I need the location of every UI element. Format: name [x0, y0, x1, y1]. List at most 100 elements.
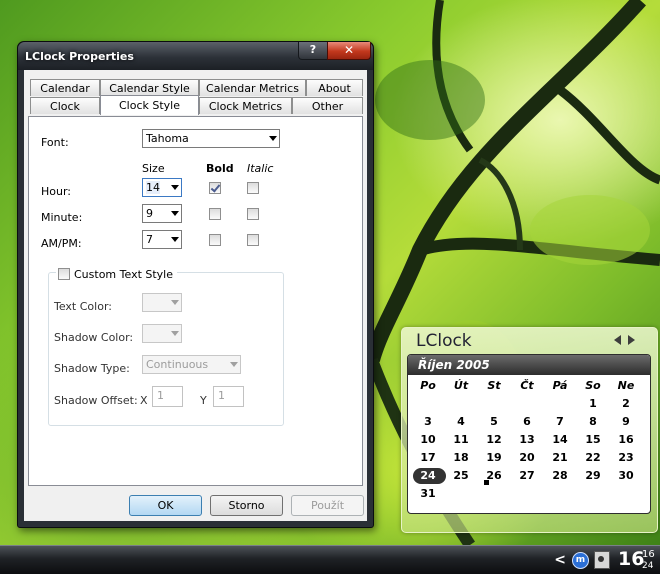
tab-other[interactable]: Other [292, 97, 363, 114]
hour-bold-checkbox[interactable] [209, 182, 221, 194]
offset-y-input[interactable]: 1 [213, 386, 244, 407]
calendar-day[interactable]: 25 [446, 469, 476, 482]
shadow-color-select[interactable] [142, 324, 182, 343]
calendar-day[interactable]: 3 [413, 415, 443, 428]
calendar-day[interactable]: 2 [611, 397, 641, 410]
minute-bold-checkbox[interactable] [209, 208, 221, 220]
cancel-button[interactable]: Storno [210, 495, 283, 516]
calendar-day[interactable]: 7 [545, 415, 575, 428]
calendar-day[interactable]: 29 [578, 469, 608, 482]
shadow-color-label: Shadow Color: [54, 331, 134, 344]
titlebar[interactable]: LClock Properties ? ✕ [18, 42, 373, 70]
size-column-header: Size [142, 162, 165, 175]
shadow-type-value: Continuous [146, 358, 209, 371]
offset-y-label: Y [200, 394, 207, 407]
calendar-day[interactable]: 17 [413, 451, 443, 464]
font-select-value: Tahoma [146, 132, 189, 145]
chevron-down-icon [171, 237, 179, 242]
calendar-day[interactable]: 20 [512, 451, 542, 464]
calendar-day[interactable]: 31 [413, 487, 443, 500]
chevron-down-icon [230, 362, 238, 367]
font-select[interactable]: Tahoma [142, 129, 280, 148]
tray-clock[interactable]: 16 16 24 [618, 546, 660, 574]
hour-size-value: 14 [146, 181, 160, 194]
offset-x-label: X [140, 394, 148, 407]
minute-size-select[interactable]: 9 [142, 204, 182, 223]
weekday-header: So [585, 379, 601, 392]
weekday-header: Po [420, 379, 436, 392]
tab-clock-style[interactable]: Clock Style [100, 95, 199, 115]
dialog-client-area: Calendar Calendar Style Calendar Metrics… [24, 70, 367, 521]
calendar-day[interactable]: 5 [479, 415, 509, 428]
help-button[interactable]: ? [298, 42, 328, 60]
ampm-bold-checkbox[interactable] [209, 234, 221, 246]
chevron-down-icon [171, 185, 179, 190]
chevron-down-icon [171, 211, 179, 216]
tray-app-icon[interactable]: m [572, 551, 589, 569]
text-color-select[interactable] [142, 293, 182, 312]
calendar-day[interactable]: 18 [446, 451, 476, 464]
tab-calendar-metrics[interactable]: Calendar Metrics [199, 79, 306, 96]
minute-italic-checkbox[interactable] [247, 208, 259, 220]
show-hidden-icons-chevron-icon[interactable]: < [554, 552, 566, 568]
calendar-day[interactable]: 1 [578, 397, 608, 410]
hour-label: Hour: [41, 185, 72, 198]
calendar-day[interactable]: 27 [512, 469, 542, 482]
custom-text-style-legend: Custom Text Style [56, 266, 178, 282]
ampm-size-select[interactable]: 7 [142, 230, 182, 249]
ok-button[interactable]: OK [129, 495, 202, 516]
next-month-arrow-icon[interactable] [628, 335, 635, 345]
calendar-day[interactable]: 23 [611, 451, 641, 464]
tab-clock-metrics[interactable]: Clock Metrics [199, 97, 292, 114]
calendar-day[interactable]: 4 [446, 415, 476, 428]
lclock-calendar-gadget: LClock Říjen 2005 Po Út St Čt Pá So Ne 1 2 3 4 5 6 7 8… [401, 327, 658, 533]
tray-clock-minute: 16 [642, 549, 655, 560]
shadow-type-select[interactable]: Continuous [142, 355, 241, 374]
calendar-day[interactable]: 26 [479, 469, 509, 482]
ampm-size-value: 7 [146, 233, 153, 246]
weekday-header: Ne [617, 379, 635, 392]
calendar-day[interactable]: 8 [578, 415, 608, 428]
italic-column-header: Italic [247, 162, 274, 175]
ampm-italic-checkbox[interactable] [247, 234, 259, 246]
tab-calendar[interactable]: Calendar [30, 79, 100, 96]
calendar-day[interactable]: 28 [545, 469, 575, 482]
text-color-label: Text Color: [54, 300, 112, 313]
calendar-day[interactable]: 19 [479, 451, 509, 464]
speaker-icon[interactable] [594, 551, 610, 569]
system-tray: < m 16 16 24 [554, 546, 660, 574]
calendar-day[interactable]: 15 [578, 433, 608, 446]
calendar-month-header: Říjen 2005 [408, 355, 650, 375]
custom-text-style-checkbox[interactable] [58, 268, 70, 280]
clock-style-panel: Font: Tahoma Size Bold Italic Hour: 14 M… [28, 116, 363, 486]
calendar-body: Říjen 2005 Po Út St Čt Pá So Ne 1 2 3 4 5 6 7 8 9 10 11 12… [407, 354, 651, 514]
calendar-day[interactable]: 10 [413, 433, 443, 446]
hour-italic-checkbox[interactable] [247, 182, 259, 194]
offset-x-input[interactable]: 1 [152, 386, 183, 407]
calendar-day[interactable]: 6 [512, 415, 542, 428]
calendar-day[interactable]: 16 [611, 433, 641, 446]
gadget-title: LClock [416, 331, 472, 351]
calendar-day[interactable]: 11 [446, 433, 476, 446]
weekday-header: Pá [552, 379, 568, 392]
hour-size-select[interactable]: 14 [142, 178, 182, 197]
shadow-offset-label: Shadow Offset: [54, 394, 138, 407]
calendar-day[interactable]: 13 [512, 433, 542, 446]
tab-clock[interactable]: Clock [30, 97, 100, 114]
calendar-day[interactable]: 30 [611, 469, 641, 482]
weekday-header: St [487, 379, 501, 392]
minute-size-value: 9 [146, 207, 153, 220]
tab-calendar-style[interactable]: Calendar Style [100, 79, 199, 96]
apply-button[interactable]: Použít [291, 495, 364, 516]
calendar-day[interactable]: 9 [611, 415, 641, 428]
custom-text-style-label[interactable]: Custom Text Style [74, 268, 173, 281]
close-button[interactable]: ✕ [327, 42, 371, 60]
calendar-day[interactable]: 22 [578, 451, 608, 464]
calendar-day[interactable]: 21 [545, 451, 575, 464]
previous-month-arrow-icon[interactable] [614, 335, 621, 345]
shadow-type-label: Shadow Type: [54, 362, 130, 375]
calendar-day[interactable]: 12 [479, 433, 509, 446]
calendar-day-today[interactable]: 24 [413, 469, 443, 482]
tab-about[interactable]: About [306, 79, 363, 96]
calendar-day[interactable]: 14 [545, 433, 575, 446]
